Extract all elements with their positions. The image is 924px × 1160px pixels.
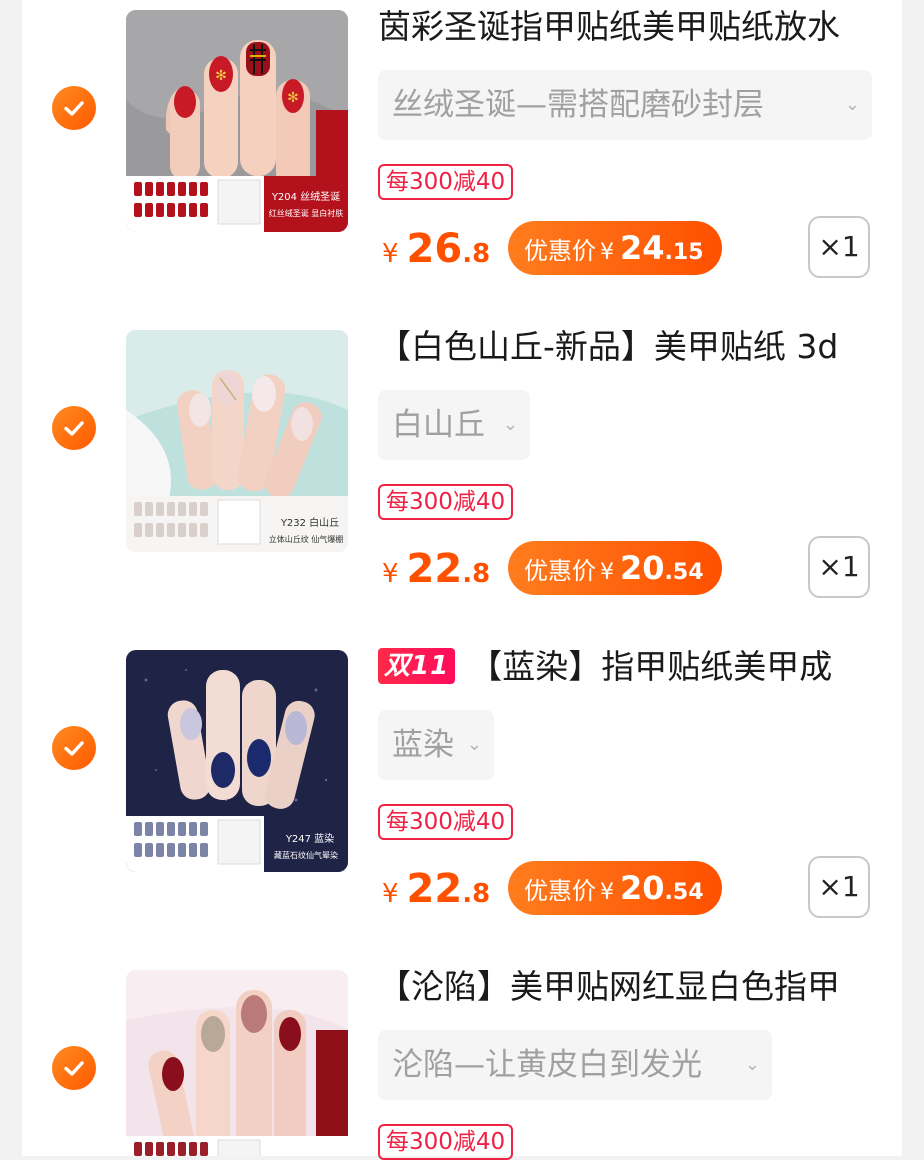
checkmark-icon [64, 741, 84, 756]
cart-list: ✻ ✻ Y204 丝绒圣诞 红丝绒圣诞 显白衬肤 茵彩圣诞指甲贴纸美甲贴纸放水 … [22, 0, 902, 1160]
product-thumbnail[interactable]: Y247 蓝染 藏蓝石纹仙气晕染 [126, 650, 348, 872]
deal-label: 优惠价 [524, 557, 596, 585]
discount-price-pill: 优惠价 ¥20.54 [508, 541, 722, 595]
price-integer: 22 [406, 546, 463, 592]
deal-currency: ¥ [600, 880, 614, 905]
item-select-checkbox[interactable] [52, 406, 96, 450]
variant-selector[interactable]: 白山丘 ⌄ [378, 390, 530, 460]
variant-selector[interactable]: 蓝染 ⌄ [378, 710, 494, 780]
price: ¥22.8 [382, 544, 490, 594]
discount-price-pill: 优惠价 ¥24.15 [508, 221, 722, 275]
quantity-button[interactable]: ×1 [808, 536, 870, 598]
price: ¥22.8 [382, 864, 490, 914]
variant-label: 蓝染 [392, 727, 454, 763]
thumb-caption-line2: 立体山丘纹 仙气爆棚 [269, 534, 344, 544]
svg-text:✻: ✻ [287, 90, 299, 106]
checkmark-icon [64, 101, 84, 116]
promo-tag: 每300减40 [378, 484, 514, 520]
cart-item: 【沦陷】美甲贴网红显白色指甲 沦陷—让黄皮白到发光 ⌄ 每300减40 [22, 960, 902, 1160]
price: ¥26.8 [382, 224, 490, 274]
promo-tag: 每300减40 [378, 804, 514, 840]
deal-decimal: .54 [664, 560, 704, 585]
product-thumbnail[interactable]: ✻ ✻ Y204 丝绒圣诞 红丝绒圣诞 显白衬肤 [126, 10, 348, 232]
price-currency: ¥ [382, 879, 399, 909]
cart-item: ✻ ✻ Y204 丝绒圣诞 红丝绒圣诞 显白衬肤 茵彩圣诞指甲贴纸美甲贴纸放水 … [22, 0, 902, 320]
checkmark-icon [64, 1061, 84, 1076]
deal-currency: ¥ [600, 240, 614, 265]
chevron-down-icon: ⌄ [844, 94, 860, 115]
chevron-down-icon: ⌄ [502, 414, 518, 435]
quantity-button[interactable]: ×1 [808, 856, 870, 918]
product-title-text: 【蓝染】指甲贴纸美甲成 [469, 647, 833, 686]
double11-badge: 双11 [378, 648, 456, 684]
item-select-checkbox[interactable] [52, 86, 96, 130]
thumb-caption-line2: 藏蓝石纹仙气晕染 [274, 850, 338, 860]
product-title[interactable]: 茵彩圣诞指甲贴纸美甲贴纸放水 [378, 2, 888, 52]
cart-item: Y247 蓝染 藏蓝石纹仙气晕染 双11 【蓝染】指甲贴纸美甲成 蓝染 ⌄ 每30… [22, 640, 902, 960]
product-title[interactable]: 【沦陷】美甲贴网红显白色指甲 [378, 962, 888, 1012]
thumb-caption-line2: 红丝绒圣诞 显白衬肤 [269, 208, 344, 218]
price-currency: ¥ [382, 559, 399, 589]
svg-text:✻: ✻ [215, 68, 227, 84]
deal-integer: 20 [620, 869, 665, 907]
variant-label: 沦陷—让黄皮白到发光 [392, 1047, 702, 1083]
price-decimal: .8 [462, 239, 491, 269]
chevron-down-icon: ⌄ [466, 734, 482, 755]
price-decimal: .8 [462, 879, 491, 909]
deal-label: 优惠价 [524, 877, 596, 905]
thumb-caption-line1: Y247 蓝染 [285, 832, 334, 845]
thumb-caption-line1: Y204 丝绒圣诞 [271, 190, 340, 203]
quantity-button[interactable]: ×1 [808, 216, 870, 278]
deal-decimal: .15 [664, 240, 704, 265]
deal-integer: 20 [620, 549, 665, 587]
product-thumbnail[interactable]: Y232 白山丘 立体山丘纹 仙气爆棚 [126, 330, 348, 552]
variant-selector[interactable]: 丝绒圣诞—需搭配磨砂封层 ⌄ [378, 70, 872, 140]
checkmark-icon [64, 421, 84, 436]
price-currency: ¥ [382, 239, 399, 269]
deal-currency: ¥ [600, 560, 614, 585]
product-title[interactable]: 【白色山丘-新品】美甲贴纸 3d [378, 322, 888, 372]
discount-price-pill: 优惠价 ¥20.54 [508, 861, 722, 915]
thumb-caption-line1: Y232 白山丘 [280, 516, 339, 529]
deal-integer: 24 [620, 229, 665, 267]
deal-label: 优惠价 [524, 237, 596, 265]
product-thumbnail[interactable] [126, 970, 348, 1156]
promo-tag: 每300减40 [378, 1124, 514, 1160]
cart-item: Y232 白山丘 立体山丘纹 仙气爆棚 【白色山丘-新品】美甲贴纸 3d 白山丘… [22, 320, 902, 640]
promo-tag: 每300减40 [378, 164, 514, 200]
deal-decimal: .54 [664, 880, 704, 905]
variant-selector[interactable]: 沦陷—让黄皮白到发光 ⌄ [378, 1030, 772, 1100]
item-select-checkbox[interactable] [52, 726, 96, 770]
price-integer: 26 [406, 226, 463, 272]
variant-label: 丝绒圣诞—需搭配磨砂封层 [392, 87, 764, 123]
variant-label: 白山丘 [392, 407, 485, 443]
item-select-checkbox[interactable] [52, 1046, 96, 1090]
price-decimal: .8 [462, 559, 491, 589]
chevron-down-icon: ⌄ [744, 1054, 760, 1075]
product-title[interactable]: 双11 【蓝染】指甲贴纸美甲成 [378, 642, 888, 692]
price-integer: 22 [406, 866, 463, 912]
